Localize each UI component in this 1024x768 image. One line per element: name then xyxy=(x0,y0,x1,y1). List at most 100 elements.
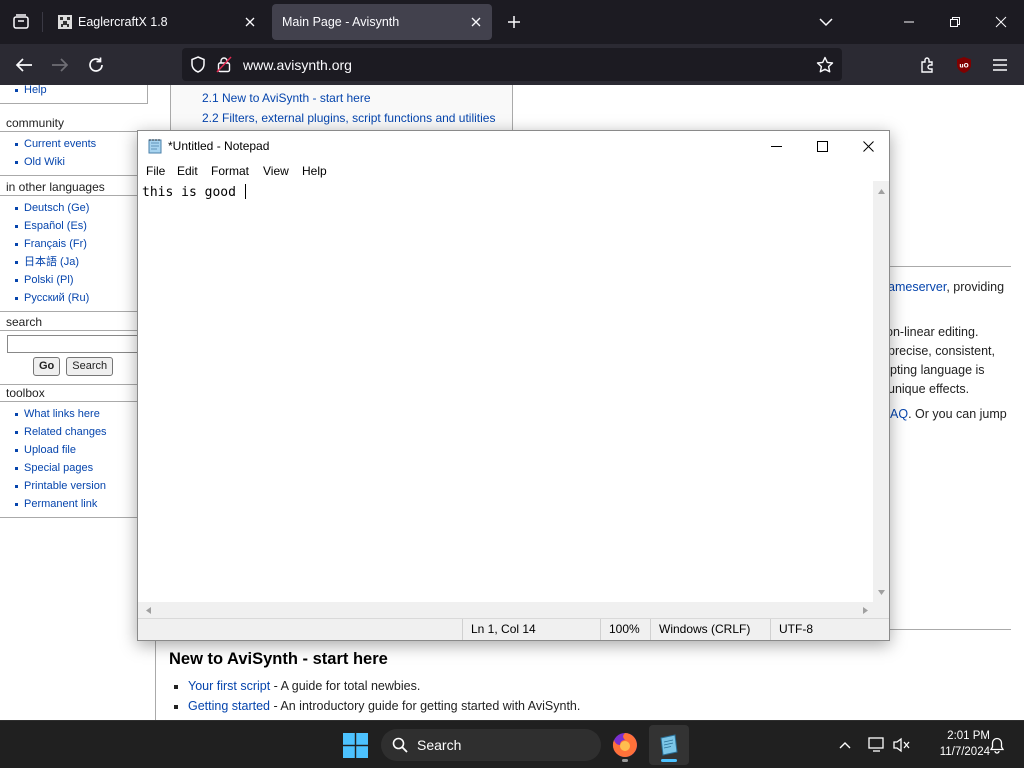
reload-icon xyxy=(89,57,103,72)
language-link[interactable]: Español (Es) xyxy=(0,217,147,235)
search-icon xyxy=(392,737,408,753)
taskbar-search-box[interactable]: Search xyxy=(381,729,601,761)
menu-view[interactable]: View xyxy=(263,164,289,178)
menu-edit[interactable]: Edit xyxy=(177,164,198,178)
language-link[interactable]: 日本語 (Ja) xyxy=(0,253,147,271)
windows-taskbar: Search 2:01 PM 11/7/2024 xyxy=(0,720,1024,768)
encoding: UTF-8 xyxy=(770,619,889,640)
menu-help[interactable]: Help xyxy=(302,164,327,178)
portlet-heading: search xyxy=(6,315,43,329)
tracking-protection-button[interactable] xyxy=(190,56,206,78)
windows-start-icon[interactable] xyxy=(343,733,368,758)
bell-icon xyxy=(989,737,1005,754)
browser-navigation-bar: www.avisynth.org uO xyxy=(0,44,1024,85)
search-portlet: search Go Search xyxy=(0,314,148,385)
portlet-heading: toolbox xyxy=(6,386,45,400)
scroll-right-button[interactable] xyxy=(857,602,873,618)
language-link[interactable]: Deutsch (Ge) xyxy=(0,199,147,217)
firefox-icon xyxy=(612,733,637,757)
language-link[interactable]: Polski (Pl) xyxy=(0,271,147,289)
notepad-title-bar[interactable]: *Untitled - Notepad xyxy=(138,131,889,161)
close-tab-button[interactable] xyxy=(240,12,260,32)
tab-eaglercraft[interactable]: EaglercraftX 1.8 xyxy=(48,4,266,40)
minimize-window-button[interactable] xyxy=(886,0,932,44)
toolbox-item[interactable]: Printable version xyxy=(0,477,147,495)
close-icon xyxy=(862,140,874,152)
new-tab-button[interactable] xyxy=(500,8,528,36)
clock-time: 2:01 PM xyxy=(947,730,990,742)
community-item[interactable]: Old Wiki xyxy=(0,153,147,171)
notifications-button[interactable] xyxy=(985,733,1009,757)
taskbar-firefox-button[interactable] xyxy=(605,725,645,765)
tab-list-button[interactable] xyxy=(0,0,42,44)
portlet-heading: community xyxy=(6,116,65,130)
extensions-button[interactable] xyxy=(913,50,943,80)
reload-button[interactable] xyxy=(81,50,111,80)
search-button[interactable]: Search xyxy=(66,357,114,376)
taskbar-notepad-button[interactable] xyxy=(649,725,689,765)
scroll-left-button[interactable] xyxy=(140,602,156,618)
menu-file[interactable]: File xyxy=(146,164,165,178)
close-window-button[interactable] xyxy=(978,0,1024,44)
notepad-text-area[interactable]: this is good xyxy=(138,181,873,602)
nav-item-help[interactable]: Help xyxy=(0,85,147,99)
notepad-close-button[interactable] xyxy=(845,131,891,161)
horizontal-scrollbar[interactable] xyxy=(138,602,873,618)
network-monitor-icon xyxy=(868,737,884,752)
show-hidden-icons-button[interactable] xyxy=(833,733,857,757)
navigation-portlet: Help xyxy=(0,85,148,104)
your-first-script-link[interactable]: Your first script xyxy=(188,679,270,693)
getting-started-link[interactable]: Getting started xyxy=(188,699,270,713)
tab-title: EaglercraftX 1.8 xyxy=(78,15,168,29)
ublock-origin-icon: uO xyxy=(957,57,971,73)
back-arrow-icon xyxy=(15,58,32,72)
plus-icon xyxy=(508,16,520,28)
search-label: Search xyxy=(417,737,462,753)
toolbox-item[interactable]: Upload file xyxy=(0,441,147,459)
notepad-minimize-button[interactable] xyxy=(753,131,799,161)
close-tab-button[interactable] xyxy=(466,12,486,32)
restore-window-button[interactable] xyxy=(932,0,978,44)
volume-button[interactable] xyxy=(890,733,914,757)
scroll-down-button[interactable] xyxy=(873,584,889,600)
go-button[interactable]: Go xyxy=(33,357,61,376)
toolbox-item[interactable]: Special pages xyxy=(0,459,147,477)
hamburger-menu-icon xyxy=(993,59,1007,71)
chevron-up-icon xyxy=(839,742,851,749)
notepad-maximize-button[interactable] xyxy=(799,131,845,161)
maximize-icon xyxy=(816,140,828,152)
network-button[interactable] xyxy=(865,733,889,757)
table-of-contents: 2.1 New to AviSynth - start here 2.2 Fil… xyxy=(170,85,513,131)
ublock-origin-button[interactable]: uO xyxy=(949,50,979,80)
site-info-button[interactable] xyxy=(216,56,232,78)
language-link[interactable]: Русский (Ru) xyxy=(0,289,147,307)
application-menu-button[interactable] xyxy=(985,50,1015,80)
bookmark-button[interactable] xyxy=(814,54,836,76)
forward-arrow-icon xyxy=(52,58,69,72)
faq-link[interactable]: AQ xyxy=(890,407,908,421)
wiki-search-input[interactable] xyxy=(7,335,148,353)
vertical-scrollbar[interactable] xyxy=(873,181,889,602)
menu-format[interactable]: Format xyxy=(211,164,249,178)
restore-icon xyxy=(950,17,960,27)
taskbar-clock[interactable]: 2:01 PM 11/7/2024 xyxy=(920,728,990,760)
list-all-tabs-button[interactable] xyxy=(812,8,840,36)
forward-button[interactable] xyxy=(45,50,75,80)
toolbox-item[interactable]: Related changes xyxy=(0,423,147,441)
scroll-up-button[interactable] xyxy=(873,183,889,199)
community-item[interactable]: Current events xyxy=(0,135,147,153)
avisynth-frameserver-link[interactable]: ameserver xyxy=(888,280,946,294)
toolbox-item[interactable]: Permanent link xyxy=(0,495,147,513)
toolbox-item[interactable]: What links here xyxy=(0,405,147,423)
scrollbar-corner xyxy=(873,602,889,618)
language-link[interactable]: Français (Fr) xyxy=(0,235,147,253)
address-bar[interactable]: www.avisynth.org xyxy=(182,48,842,81)
tab-avisynth[interactable]: Main Page - Avisynth xyxy=(272,4,492,40)
notepad-icon xyxy=(660,734,678,756)
intro-line: ameserver, providing xyxy=(888,280,1005,294)
toc-link[interactable]: 2.1 New to AviSynth - start here xyxy=(202,91,371,105)
portlet-heading: in other languages xyxy=(6,180,105,194)
toc-link[interactable]: 2.2 Filters, external plugins, script fu… xyxy=(202,111,495,125)
url-text: www.avisynth.org xyxy=(243,57,352,73)
back-button[interactable] xyxy=(9,50,39,80)
